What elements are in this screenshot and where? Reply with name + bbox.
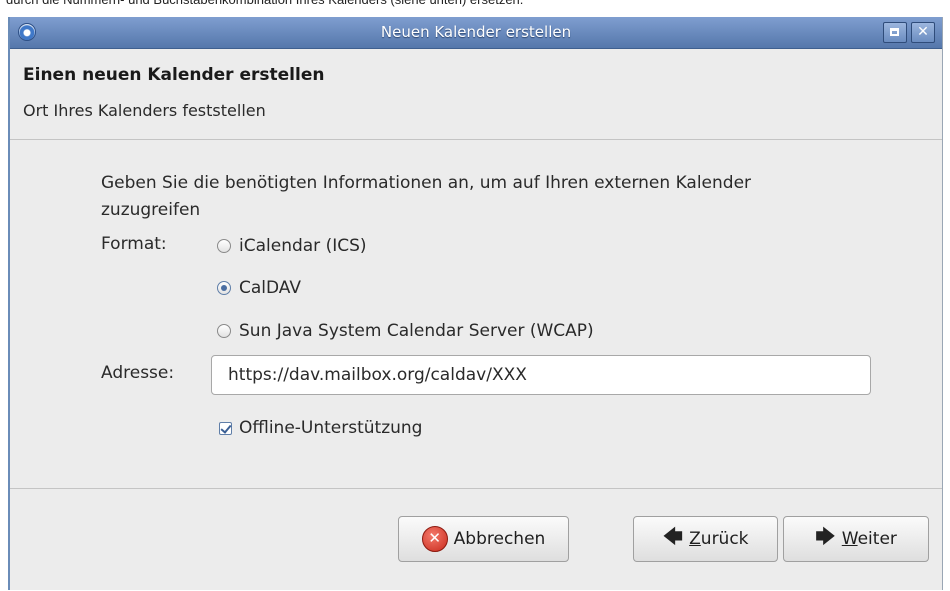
format-option-caldav[interactable]: CalDAV <box>217 276 301 300</box>
format-label: Format: <box>101 234 167 254</box>
maximize-button[interactable] <box>883 22 907 43</box>
header-subtitle: Ort Ihres Kalenders feststellen <box>23 101 266 120</box>
arrow-right-icon: 🡆 <box>815 524 836 548</box>
offline-support-label: Offline-Unterstützung <box>239 418 423 438</box>
dialog-window: Neuen Kalender erstellen ✕ Einen neuen K… <box>8 17 943 590</box>
close-button[interactable]: ✕ <box>911 22 935 43</box>
radio-label: CalDAV <box>239 278 301 298</box>
wizard-header: Einen neuen Kalender erstellen Ort Ihres… <box>10 49 942 140</box>
format-option-icalendar[interactable]: iCalendar (ICS) <box>217 234 367 258</box>
radio-label: iCalendar (ICS) <box>239 236 367 256</box>
next-label-rest: eiter <box>857 529 897 549</box>
cancel-label: Abbrechen <box>453 529 546 549</box>
next-button[interactable]: 🡆 Weiter <box>783 516 929 562</box>
back-mnemonic: Z <box>689 529 701 549</box>
back-label: Zurück <box>689 529 748 549</box>
radio-caldav[interactable] <box>217 281 231 295</box>
radio-label: Sun Java System Calendar Server (WCAP) <box>239 321 594 341</box>
radio-wcap[interactable] <box>217 324 231 338</box>
cancel-icon: ✕ <box>421 526 448 552</box>
address-input[interactable]: https://dav.mailbox.org/caldav/XXX <box>211 355 871 395</box>
page-caption: durch die Nummern- und Buchstabenkombina… <box>6 0 523 9</box>
title-bar[interactable]: Neuen Kalender erstellen ✕ <box>10 17 942 49</box>
arrow-left-icon: 🡄 <box>662 524 684 548</box>
wizard-content: Geben Sie die benötigten Informationen a… <box>10 140 942 488</box>
next-label: Weiter <box>842 529 897 549</box>
next-mnemonic: W <box>841 529 858 549</box>
wizard-footer: ✕ Abbrechen 🡄 Zurück 🡆 Weiter <box>10 488 942 591</box>
cancel-button[interactable]: ✕ Abbrechen <box>398 516 569 562</box>
back-label-rest: urück <box>700 529 749 549</box>
radio-icalendar[interactable] <box>217 239 231 253</box>
address-label: Adresse: <box>101 363 175 383</box>
back-button[interactable]: 🡄 Zurück <box>633 516 778 562</box>
intro-text: Geben Sie die benötigten Informationen a… <box>101 173 752 220</box>
window-title: Neuen Kalender erstellen <box>380 23 572 41</box>
offline-support-checkbox[interactable] <box>219 421 232 435</box>
header-title: Einen neuen Kalender erstellen <box>23 65 325 85</box>
format-option-wcap[interactable]: Sun Java System Calendar Server (WCAP) <box>217 319 594 343</box>
offline-support-option[interactable]: Offline-Unterstützung <box>219 416 422 440</box>
